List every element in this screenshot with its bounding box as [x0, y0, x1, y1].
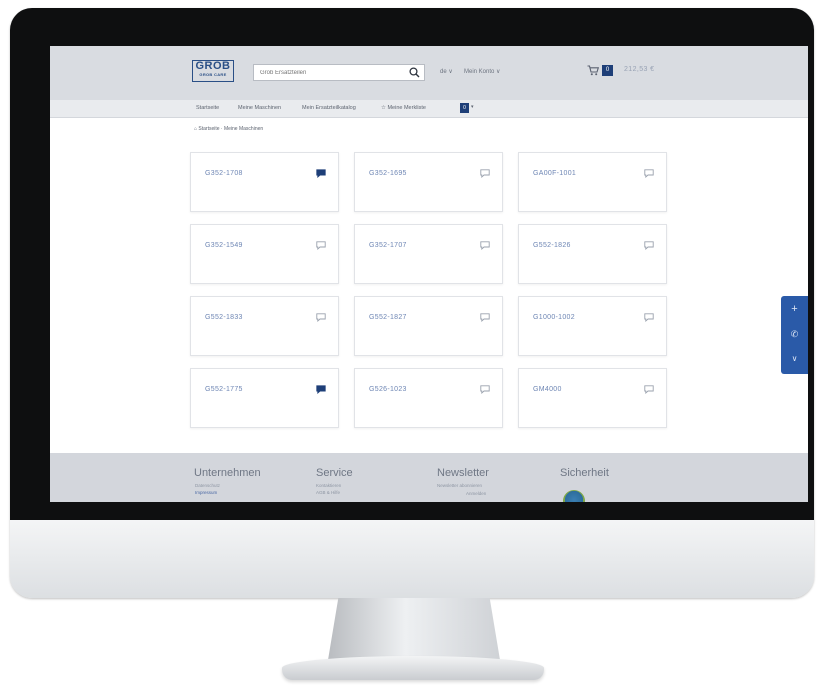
machine-card[interactable]: G352-1695: [354, 152, 503, 212]
language-selector[interactable]: de ∨: [440, 68, 453, 75]
machine-id[interactable]: GA00F-1001: [533, 170, 576, 177]
security-seal-icon[interactable]: [563, 490, 585, 502]
account-menu[interactable]: Mein Konto ∨: [464, 68, 500, 75]
footer-security-title: Sicherheit: [560, 467, 609, 479]
machine-card[interactable]: G552-1833: [190, 296, 339, 356]
search-input[interactable]: [260, 67, 400, 78]
cart-total[interactable]: 212,53 €: [624, 66, 654, 73]
search-box: [253, 64, 425, 81]
machine-id[interactable]: G552-1827: [369, 314, 407, 321]
footer-company-link-2[interactable]: Impressum: [195, 490, 217, 495]
search-icon[interactable]: [408, 66, 421, 79]
footer: Unternehmen Datenschutz Impressum Servic…: [50, 453, 808, 502]
phone-icon[interactable]: ✆: [781, 323, 808, 345]
footer-newsletter-text: Newsletter abonnieren: [437, 483, 483, 488]
footer-company-title: Unternehmen: [194, 467, 261, 479]
grob-logo[interactable]: GROB GROB CARE: [192, 60, 234, 82]
machine-card[interactable]: G352-1708: [190, 152, 339, 212]
monitor-stand-neck: [328, 598, 500, 660]
chat-bubble-icon[interactable]: [480, 385, 490, 394]
machine-id[interactable]: G1000-1002: [533, 314, 575, 321]
chevron-down-icon[interactable]: ▾: [471, 104, 474, 110]
chat-bubble-icon[interactable]: [644, 241, 654, 250]
machine-card[interactable]: G552-1827: [354, 296, 503, 356]
logo-subtitle: GROB CARE: [199, 72, 227, 77]
chat-bubble-icon[interactable]: [316, 313, 326, 322]
chat-bubble-icon[interactable]: [644, 313, 654, 322]
footer-newsletter-title: Newsletter: [437, 467, 489, 479]
machine-id[interactable]: G552-1826: [533, 242, 571, 249]
machine-card[interactable]: GA00F-1001: [518, 152, 667, 212]
add-icon[interactable]: +: [781, 298, 808, 320]
footer-service-link-2[interactable]: AGB & Hilfe: [316, 490, 340, 495]
monitor-stand-base: [282, 656, 544, 680]
nav-ersatzteilkatalog[interactable]: Mein Ersatzteilkatalog: [302, 105, 356, 111]
footer-service-title: Service: [316, 467, 353, 479]
machine-id[interactable]: G552-1775: [205, 386, 243, 393]
machine-id[interactable]: G352-1549: [205, 242, 243, 249]
main-nav: Startseite Meine Maschinen Mein Ersatzte…: [50, 100, 808, 118]
side-action-tab: + ✆ ∨: [781, 296, 808, 374]
chat-bubble-icon[interactable]: [480, 313, 490, 322]
machine-card[interactable]: G1000-1002: [518, 296, 667, 356]
cart-count-badge[interactable]: 0: [602, 65, 613, 76]
machine-card[interactable]: GM4000: [518, 368, 667, 428]
footer-company-link-1[interactable]: Datenschutz: [195, 483, 220, 488]
footer-newsletter-button[interactable]: Anmelden: [466, 491, 486, 496]
machine-id[interactable]: G352-1695: [369, 170, 407, 177]
machine-id[interactable]: GM4000: [533, 386, 562, 393]
machine-id[interactable]: G526-1023: [369, 386, 407, 393]
machine-card[interactable]: G352-1549: [190, 224, 339, 284]
chat-bubble-icon[interactable]: [316, 169, 326, 178]
monitor-chin: [10, 520, 814, 598]
machine-card[interactable]: G552-1826: [518, 224, 667, 284]
machine-card[interactable]: G552-1775: [190, 368, 339, 428]
machine-id[interactable]: G352-1707: [369, 242, 407, 249]
chat-bubble-icon[interactable]: [644, 169, 654, 178]
machine-card[interactable]: G352-1707: [354, 224, 503, 284]
nav-meine-maschinen[interactable]: Meine Maschinen: [238, 105, 281, 111]
logo-brand: GROB: [195, 60, 231, 72]
header-bar: GROB GROB CARE de ∨ Mein Konto ∨ 0 212,5…: [50, 46, 808, 100]
watchlist-count-badge[interactable]: 0: [460, 103, 469, 113]
chat-bubble-icon[interactable]: [316, 385, 326, 394]
cart-icon[interactable]: [587, 65, 599, 76]
screen: GROB GROB CARE de ∨ Mein Konto ∨ 0 212,5…: [50, 46, 808, 502]
chevron-down-icon[interactable]: ∨: [781, 348, 808, 370]
chat-bubble-icon[interactable]: [316, 241, 326, 250]
nav-merkliste[interactable]: ☆ Meine Merkliste: [381, 105, 426, 111]
machine-id[interactable]: G352-1708: [205, 170, 243, 177]
nav-startseite[interactable]: Startseite: [196, 105, 219, 111]
footer-service-link-1[interactable]: Kontaktieren: [316, 483, 341, 488]
breadcrumb[interactable]: ⌂ Startseite · Meine Maschinen: [194, 126, 263, 132]
monitor-frame: GROB GROB CARE de ∨ Mein Konto ∨ 0 212,5…: [10, 8, 814, 598]
machine-id[interactable]: G552-1833: [205, 314, 243, 321]
chat-bubble-icon[interactable]: [480, 169, 490, 178]
machine-card[interactable]: G526-1023: [354, 368, 503, 428]
chat-bubble-icon[interactable]: [644, 385, 654, 394]
chat-bubble-icon[interactable]: [480, 241, 490, 250]
